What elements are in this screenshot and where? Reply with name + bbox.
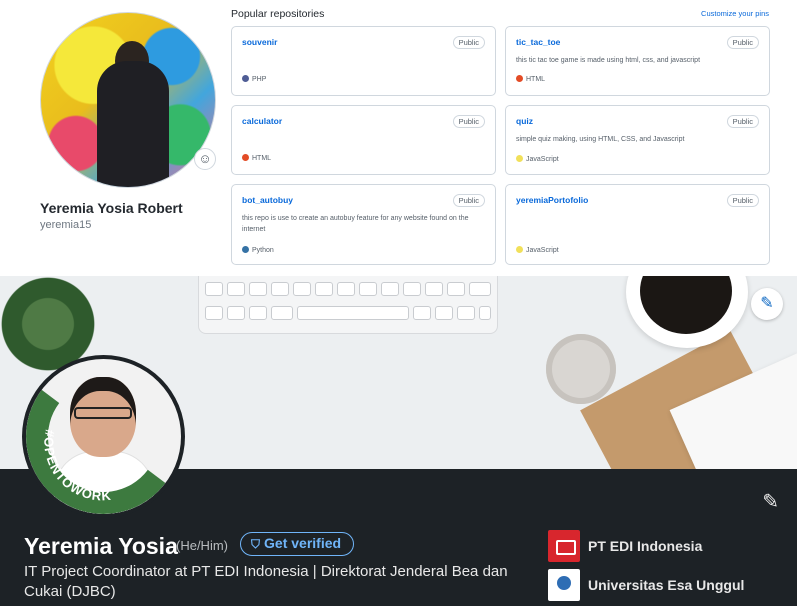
language-color-dot	[242, 154, 249, 161]
visibility-badge: Public	[726, 194, 759, 207]
key	[447, 282, 465, 296]
repo-description: simple quiz making, using HTML, CSS, and…	[516, 136, 685, 143]
key	[381, 282, 399, 296]
visibility-badge: Public	[452, 115, 485, 128]
profile-photo-image: #OPENTOWORK	[26, 359, 181, 514]
edi-logo	[548, 530, 580, 562]
key	[469, 282, 491, 296]
repo-language: HTML	[242, 154, 271, 162]
language-color-dot	[516, 155, 523, 162]
pronouns: (He/Him)	[176, 538, 228, 553]
keyboard	[198, 276, 498, 334]
language-label: JavaScript	[526, 156, 559, 163]
repo-description: this tic tac toe game is made using html…	[516, 57, 701, 64]
language-label: JavaScript	[526, 247, 559, 254]
language-label: HTML	[252, 155, 272, 162]
github-profile-panel: ☺ Yeremia Yosia Robert yeremia15 Popular…	[0, 0, 797, 276]
pencil-icon[interactable]: ✎	[762, 489, 779, 514]
avatar-body	[97, 61, 169, 187]
customize-pins-link[interactable]: Customize your pins	[701, 9, 769, 18]
profile-photo[interactable]: #OPENTOWORK	[22, 355, 185, 518]
repo-name-link[interactable]: quiz	[516, 116, 533, 126]
key	[227, 282, 245, 296]
key	[249, 282, 267, 296]
profile-headline: IT Project Coordinator at PT EDI Indones…	[24, 563, 508, 600]
repo-description: this repo is use to create an autobuy fe…	[242, 215, 469, 233]
repo-name-link[interactable]: souvenir	[242, 37, 277, 47]
open-to-work-text: #OPENTOWORK	[41, 428, 111, 503]
open-to-work-badge: #OPENTOWORK	[41, 428, 112, 503]
key	[403, 282, 421, 296]
repo-card[interactable]: souvenir Public PHP	[231, 26, 496, 96]
key	[227, 306, 245, 320]
key	[271, 282, 289, 296]
key	[293, 282, 311, 296]
visibility-badge: Public	[452, 36, 485, 49]
repo-card[interactable]: yeremiaPortofolio Public JavaScript	[505, 184, 770, 265]
language-color-dot	[516, 246, 523, 253]
key	[479, 306, 491, 320]
spacebar	[297, 306, 409, 320]
key	[359, 282, 377, 296]
repo-name-link[interactable]: calculator	[242, 116, 282, 126]
get-verified-label: Get verified	[264, 535, 342, 551]
language-label: PHP	[252, 76, 267, 83]
popular-repositories-title: Popular repositories	[231, 8, 325, 20]
key	[249, 306, 267, 320]
key	[435, 306, 453, 320]
education-label: Universitas Esa Unggul	[588, 577, 745, 593]
key	[457, 306, 475, 320]
language-label: Python	[252, 247, 274, 254]
shield-icon: ⛉	[251, 537, 261, 551]
key	[315, 282, 333, 296]
language-color-dot	[516, 75, 523, 82]
key	[425, 282, 443, 296]
github-username: yeremia15	[40, 219, 92, 231]
github-avatar[interactable]	[40, 12, 216, 188]
repo-name-link[interactable]: tic_tac_toe	[516, 37, 560, 47]
repo-card[interactable]: calculator Public HTML	[231, 105, 496, 175]
language-color-dot	[242, 75, 249, 82]
repo-language: JavaScript	[516, 155, 559, 163]
key	[205, 306, 223, 320]
visibility-badge: Public	[452, 194, 485, 207]
repo-name-link[interactable]: bot_autobuy	[242, 195, 293, 205]
pencil-icon[interactable]: ✎	[751, 288, 783, 320]
experience-label: PT EDI Indonesia	[588, 538, 703, 554]
key	[337, 282, 355, 296]
repo-language: PHP	[242, 75, 266, 83]
repo-card[interactable]: bot_autobuy Public this repo is use to c…	[231, 184, 496, 265]
github-display-name: Yeremia Yosia Robert	[40, 200, 183, 216]
repo-language: JavaScript	[516, 246, 559, 254]
language-color-dot	[242, 246, 249, 253]
visibility-badge: Public	[726, 115, 759, 128]
repo-card[interactable]: quiz Public simple quiz making, using HT…	[505, 105, 770, 175]
smiley-icon[interactable]: ☺	[194, 148, 216, 170]
language-label: HTML	[526, 76, 546, 83]
key	[413, 306, 431, 320]
key	[205, 282, 223, 296]
repo-name-link[interactable]: yeremiaPortofolio	[516, 195, 588, 205]
profile-name: Yeremia Yosia	[24, 533, 178, 559]
visibility-badge: Public	[726, 36, 759, 49]
candle	[546, 334, 616, 404]
repo-language: HTML	[516, 75, 545, 83]
open-to-work-label: #OPENTOWORK	[41, 428, 112, 503]
repo-language: Python	[242, 246, 274, 254]
repo-card[interactable]: tic_tac_toe Public this tic tac toe game…	[505, 26, 770, 96]
esa-unggul-logo	[548, 569, 580, 601]
get-verified-button[interactable]: ⛉ Get verified	[240, 532, 355, 556]
key	[271, 306, 293, 320]
